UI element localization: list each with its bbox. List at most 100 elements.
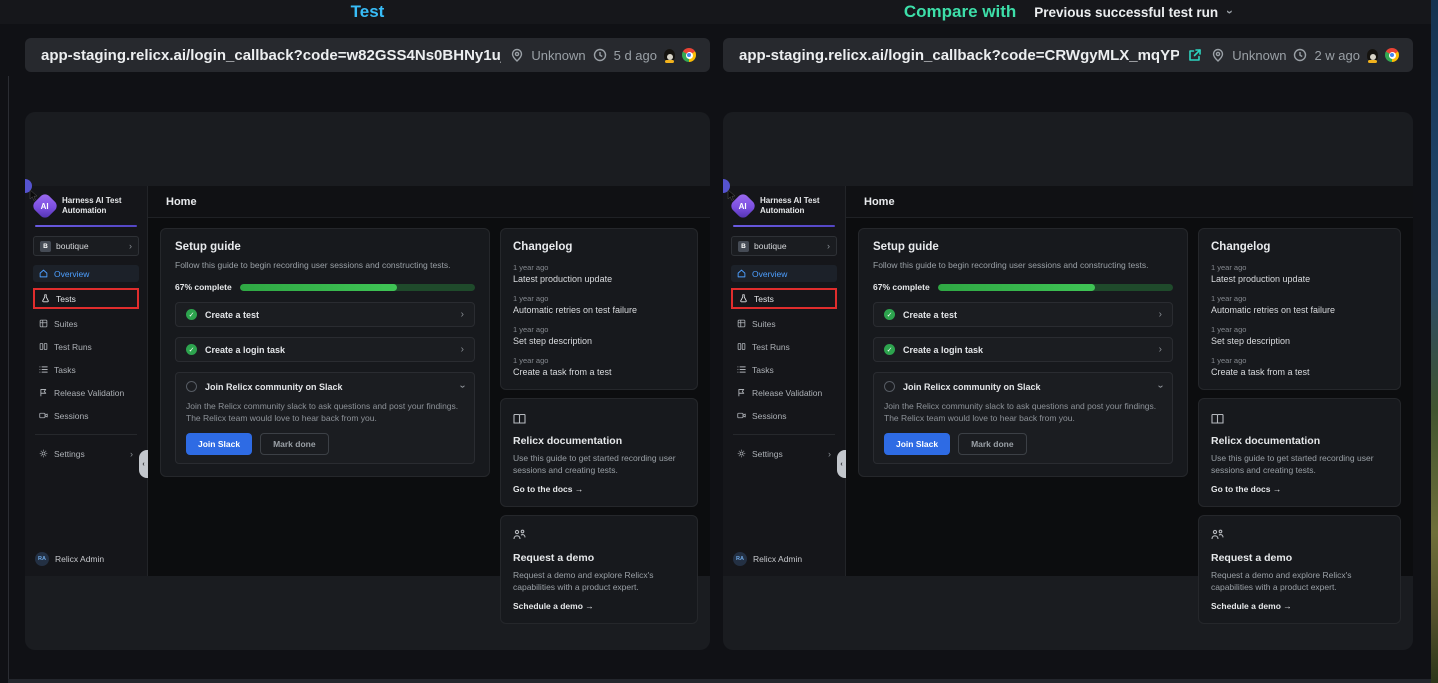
location-label: Unknown [531, 48, 585, 63]
mark-done-button[interactable]: Mark done [958, 433, 1027, 455]
clock-icon [593, 48, 607, 62]
setup-guide-card: Setup guide Follow this guide to begin r… [160, 228, 490, 477]
slack-item-header[interactable]: Join Relicx community on Slack › [186, 381, 464, 392]
sidebar-item-sessions[interactable]: Sessions [33, 407, 139, 424]
chevron-down-icon: › [1155, 385, 1166, 388]
sidebar-item-tasks[interactable]: Tasks [33, 361, 139, 378]
user-row[interactable]: RA Relicx Admin [731, 552, 837, 566]
brand-divider [733, 225, 835, 227]
join-slack-button[interactable]: Join Slack [884, 433, 950, 455]
mark-done-button[interactable]: Mark done [260, 433, 329, 455]
panel-header: Test › [25, 0, 710, 24]
url-text[interactable]: app-staging.relicx.ai/login_callback?cod… [41, 47, 501, 64]
home-icon [39, 269, 48, 278]
setup-guide-card: Setup guide Follow this guide to begin r… [858, 228, 1188, 477]
sidebar-item-overview[interactable]: Overview [33, 265, 139, 282]
flask-icon [739, 294, 748, 303]
checklist-item-join-slack: Join Relicx community on Slack › Join th… [175, 372, 475, 464]
compare-run-selector[interactable]: Previous successful test run › [1034, 5, 1232, 20]
sidebar-item-test-runs[interactable]: Test Runs [33, 338, 139, 355]
checklist-item-join-slack: Join Relicx community on Slack › Join th… [873, 372, 1173, 464]
age-label: 5 d ago [614, 48, 657, 63]
panel-title: Compare with [904, 2, 1016, 22]
panel-title: Test [351, 2, 385, 22]
sidebar-item-settings[interactable]: Settings › [731, 445, 837, 462]
changelog-entry[interactable]: 1 year ago Set step description [513, 325, 685, 346]
app-sidebar: AI Harness AI Test Automation B boutique… [723, 186, 846, 576]
info-column: Changelog 1 year ago Latest production u… [1198, 228, 1401, 576]
changelog-entry[interactable]: 1 year ago Latest production update [1211, 263, 1388, 284]
project-selector[interactable]: B boutique › [33, 236, 139, 256]
changelog-entry[interactable]: 1 year ago Create a task from a test [513, 356, 685, 377]
setup-progress: 67% complete [175, 282, 475, 292]
go-to-docs-link[interactable]: Go to the docs → [513, 484, 685, 494]
flask-icon [41, 294, 50, 303]
compare-run-selector-label: Previous successful test run [1034, 5, 1218, 20]
slack-buttons: Join Slack Mark done [186, 433, 464, 455]
video-icon [737, 411, 746, 420]
flag-icon [737, 388, 746, 397]
request-demo-card: Request a demo Request a demo and explor… [1198, 515, 1401, 624]
chevron-right-icon: › [1159, 309, 1162, 320]
sidebar-nav: Overview Tests Suites Test Runs [731, 265, 837, 424]
documentation-card: Relicx documentation Use this guide to g… [1198, 398, 1401, 507]
schedule-demo-link[interactable]: Schedule a demo → [1211, 601, 1388, 611]
people-icon [1211, 529, 1224, 541]
gear-icon [39, 449, 48, 458]
sidebar-item-sessions[interactable]: Sessions [731, 407, 837, 424]
sidebar-item-release-validation[interactable]: Release Validation [731, 384, 837, 401]
location-pin-icon [1211, 48, 1225, 62]
project-selector[interactable]: B boutique › [731, 236, 837, 256]
linux-tux-icon [664, 49, 675, 62]
app-screenshot: AI Harness AI Test Automation B boutique… [25, 186, 710, 576]
url-bar: app-staging.relicx.ai/login_callback?cod… [723, 38, 1413, 72]
schedule-demo-link[interactable]: Schedule a demo → [513, 601, 685, 611]
app-screenshot: AI Harness AI Test Automation B boutique… [723, 186, 1413, 576]
documentation-card: Relicx documentation Use this guide to g… [500, 398, 698, 507]
chevron-right-icon: › [827, 241, 830, 251]
sidebar-item-suites[interactable]: Suites [33, 315, 139, 332]
sidebar-item-release-validation[interactable]: Release Validation [33, 384, 139, 401]
changelog-entry[interactable]: 1 year ago Automatic retries on test fai… [513, 294, 685, 315]
checklist-item-create-test[interactable]: ✓ Create a test › [175, 302, 475, 327]
sidebar-item-test-runs[interactable]: Test Runs [731, 338, 837, 355]
checklist-item-create-login-task[interactable]: ✓ Create a login task › [873, 337, 1173, 362]
sidebar-item-settings[interactable]: Settings › [33, 445, 139, 462]
chevron-right-icon: › [1159, 344, 1162, 355]
changelog-entry[interactable]: 1 year ago Automatic retries on test fai… [1211, 294, 1388, 315]
sidebar-item-tests[interactable]: Tests [731, 288, 837, 309]
changelog-entry[interactable]: 1 year ago Set step description [1211, 325, 1388, 346]
external-link-icon[interactable] [1188, 48, 1202, 62]
sidebar-item-overview[interactable]: Overview [731, 265, 837, 282]
app-main: Home Setup guide Follow this guide to be… [148, 186, 710, 576]
screenshot-viewer: AI Harness AI Test Automation B boutique… [25, 112, 710, 650]
sidebar-item-tests[interactable]: Tests [33, 288, 139, 309]
chevron-right-icon: › [461, 344, 464, 355]
changelog-entry[interactable]: 1 year ago Create a task from a test [1211, 356, 1388, 377]
url-text[interactable]: app-staging.relicx.ai/login_callback?cod… [739, 47, 1179, 64]
join-slack-button[interactable]: Join Slack [186, 433, 252, 455]
progress-bar [938, 284, 1173, 291]
sidebar-collapse-handle[interactable]: ‹ [139, 450, 148, 478]
app-header: Home [148, 186, 710, 218]
sidebar-collapse-handle[interactable]: ‹ [837, 450, 846, 478]
sidebar-nav: Overview Tests Suites Test Runs [33, 265, 139, 424]
check-circle-icon: ✓ [884, 309, 895, 320]
sidebar-item-tasks[interactable]: Tasks [731, 361, 837, 378]
columns-icon [39, 342, 48, 351]
home-icon [737, 269, 746, 278]
location-pin-icon [510, 48, 524, 62]
go-to-docs-link[interactable]: Go to the docs → [1211, 484, 1388, 494]
book-icon [1211, 413, 1224, 424]
changelog-entry[interactable]: 1 year ago Latest production update [513, 263, 685, 284]
user-row[interactable]: RA Relicx Admin [33, 552, 139, 566]
book-icon [513, 413, 526, 424]
chevron-right-icon: › [130, 449, 133, 459]
slack-item-header[interactable]: Join Relicx community on Slack › [884, 381, 1162, 392]
sidebar-item-suites[interactable]: Suites [731, 315, 837, 332]
checklist-item-create-test[interactable]: ✓ Create a test › [873, 302, 1173, 327]
checklist-item-create-login-task[interactable]: ✓ Create a login task › [175, 337, 475, 362]
people-icon [513, 529, 526, 541]
check-circle-icon: ✓ [186, 344, 197, 355]
panel-header: Compare with Previous successful test ru… [723, 0, 1413, 24]
